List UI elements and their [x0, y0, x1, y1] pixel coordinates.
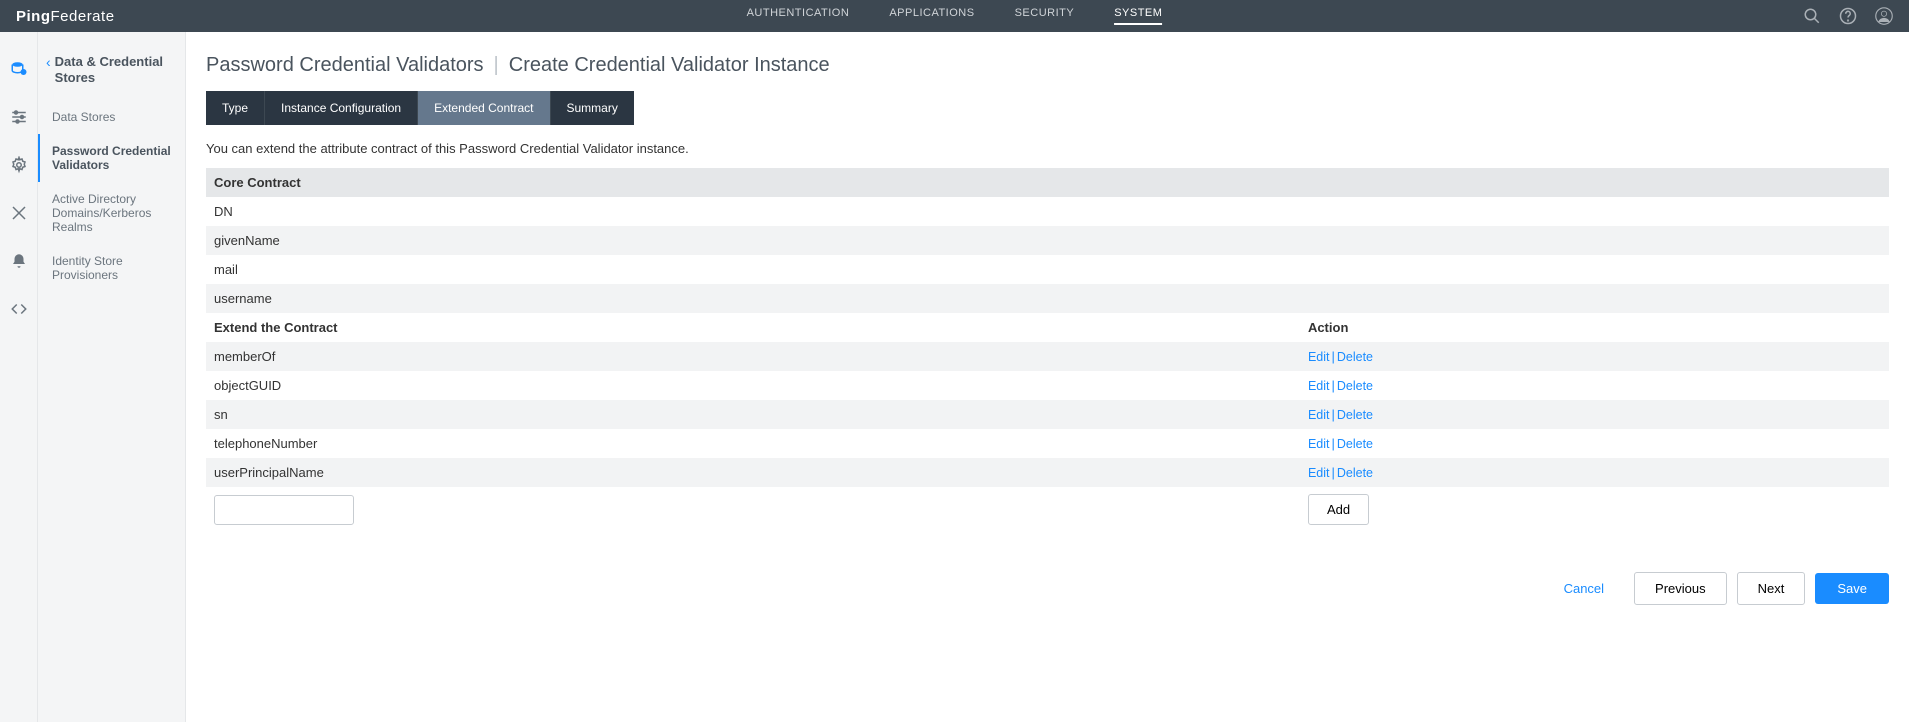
- delete-link[interactable]: Delete: [1337, 466, 1373, 480]
- tab-type[interactable]: Type: [206, 91, 265, 125]
- table-row: memberOf Edit|Delete: [206, 342, 1889, 371]
- sidebar-back[interactable]: ‹ Data & Credential Stores: [38, 54, 185, 100]
- search-icon[interactable]: [1803, 7, 1821, 25]
- tab-extended-contract[interactable]: Extended Contract: [418, 91, 550, 125]
- logo-prefix: Ping: [16, 8, 51, 25]
- sidebar-item-password-validators[interactable]: Password Credential Validators: [38, 134, 185, 182]
- data-stores-icon[interactable]: [10, 60, 28, 78]
- edit-link[interactable]: Edit: [1308, 379, 1330, 393]
- add-attribute-input[interactable]: [214, 495, 354, 525]
- logo: PingFederate: [16, 8, 115, 25]
- code-icon[interactable]: [10, 300, 28, 318]
- sidebar-item-ad-kerberos[interactable]: Active Directory Domains/Kerberos Realms: [38, 182, 185, 244]
- delete-link[interactable]: Delete: [1337, 379, 1373, 393]
- edit-link[interactable]: Edit: [1308, 466, 1330, 480]
- sidebar-item-identity-provisioners[interactable]: Identity Store Provisioners: [38, 244, 185, 292]
- nav-security[interactable]: SECURITY: [1015, 7, 1075, 25]
- sliders-icon[interactable]: [10, 108, 28, 126]
- add-row: Add: [206, 487, 1889, 532]
- edit-link[interactable]: Edit: [1308, 437, 1330, 451]
- table-row: DN: [206, 197, 1889, 226]
- gear-icon[interactable]: [10, 156, 28, 174]
- footer-buttons: Cancel Previous Next Save: [206, 572, 1889, 605]
- icon-rail: [0, 32, 38, 722]
- save-button[interactable]: Save: [1815, 573, 1889, 604]
- delete-link[interactable]: Delete: [1337, 437, 1373, 451]
- nav-applications[interactable]: APPLICATIONS: [889, 7, 974, 25]
- cancel-button[interactable]: Cancel: [1564, 581, 1604, 596]
- breadcrumb-parent: Password Credential Validators: [206, 54, 484, 77]
- header-icons: [1803, 7, 1893, 25]
- chevron-left-icon: ‹: [46, 54, 51, 70]
- breadcrumb-separator: |: [494, 54, 499, 77]
- table-row: userPrincipalName Edit|Delete: [206, 458, 1889, 487]
- user-icon[interactable]: [1875, 7, 1893, 25]
- main-nav: AUTHENTICATION APPLICATIONS SECURITY SYS…: [747, 7, 1163, 25]
- main-content: Password Credential Validators | Create …: [186, 32, 1909, 722]
- nav-authentication[interactable]: AUTHENTICATION: [747, 7, 850, 25]
- tab-description: You can extend the attribute contract of…: [206, 141, 1889, 156]
- tab-instance-configuration[interactable]: Instance Configuration: [265, 91, 418, 125]
- tab-summary[interactable]: Summary: [551, 91, 634, 125]
- bell-icon[interactable]: [10, 252, 28, 270]
- table-row: username: [206, 284, 1889, 313]
- sidebar-title: Data & Credential Stores: [55, 54, 175, 86]
- table-row: mail: [206, 255, 1889, 284]
- wizard-tabs: Type Instance Configuration Extended Con…: [206, 91, 1889, 125]
- table-row: telephoneNumber Edit|Delete: [206, 429, 1889, 458]
- nav-system[interactable]: SYSTEM: [1114, 7, 1162, 25]
- app-header: PingFederate AUTHENTICATION APPLICATIONS…: [0, 0, 1909, 32]
- core-contract-header: Core Contract: [206, 168, 1889, 197]
- delete-link[interactable]: Delete: [1337, 408, 1373, 422]
- add-button[interactable]: Add: [1308, 494, 1369, 525]
- sidebar-item-data-stores[interactable]: Data Stores: [38, 100, 185, 134]
- breadcrumb: Password Credential Validators | Create …: [206, 54, 1889, 77]
- table-row: givenName: [206, 226, 1889, 255]
- edit-link[interactable]: Edit: [1308, 408, 1330, 422]
- help-icon[interactable]: [1839, 7, 1857, 25]
- extend-contract-header: Extend the Contract Action: [206, 313, 1889, 342]
- tools-icon[interactable]: [10, 204, 28, 222]
- previous-button[interactable]: Previous: [1634, 572, 1727, 605]
- table-row: objectGUID Edit|Delete: [206, 371, 1889, 400]
- next-button[interactable]: Next: [1737, 572, 1806, 605]
- logo-suffix: Federate: [51, 8, 115, 25]
- contract-table: Core Contract DN givenName mail username…: [206, 168, 1889, 532]
- table-row: sn Edit|Delete: [206, 400, 1889, 429]
- edit-link[interactable]: Edit: [1308, 350, 1330, 364]
- sidebar: ‹ Data & Credential Stores Data Stores P…: [38, 32, 186, 722]
- breadcrumb-current: Create Credential Validator Instance: [509, 54, 830, 77]
- delete-link[interactable]: Delete: [1337, 350, 1373, 364]
